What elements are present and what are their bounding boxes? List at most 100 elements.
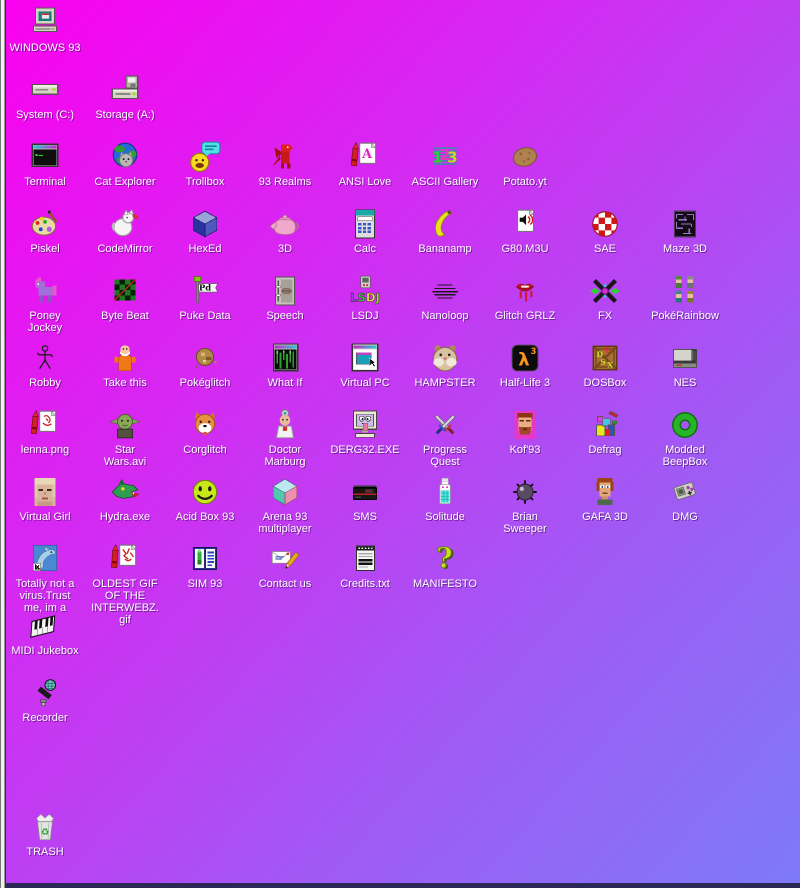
- question-mark-icon: ??: [428, 542, 462, 576]
- desktop-icon-windows-93[interactable]: WINDOWS 93: [5, 6, 85, 54]
- desktop-icon-what-if[interactable]: What If: [245, 341, 325, 389]
- desktop-icon-g80-m3u[interactable]: G80.M3U: [485, 207, 565, 255]
- desktop-icon-label: Kof'93: [510, 444, 541, 456]
- desktop-icon-ascii-gallery[interactable]: 123ASCII Gallery: [405, 140, 485, 188]
- desktop-icon-nanoloop[interactable]: Nanoloop: [405, 274, 485, 322]
- desktop-icon-solitude[interactable]: Solitude: [405, 475, 485, 523]
- desktop-icon-brian-sweeper[interactable]: Brian Sweeper: [485, 475, 565, 535]
- desktop-icon-recorder[interactable]: Recorder: [5, 676, 85, 724]
- desktop-icon-derg32-exe[interactable]: DERG32.EXE: [325, 408, 405, 456]
- desktop-icon-sae[interactable]: SAE: [565, 207, 645, 255]
- desktop-icon-sim-93[interactable]: SIM 93: [165, 542, 245, 590]
- desktop-icon-label: SMS: [353, 511, 377, 523]
- desktop-icon-acid-box-93[interactable]: Acid Box 93: [165, 475, 245, 523]
- desktop-icon-corglitch[interactable]: Corglitch: [165, 408, 245, 456]
- matrix-window-icon: [268, 341, 302, 375]
- svg-text:3: 3: [531, 347, 537, 357]
- desktop-icon-contact-us[interactable]: Contact us: [245, 542, 325, 590]
- desktop-icon-maze-3d[interactable]: Maze 3D: [645, 207, 725, 255]
- desktop-icon-label: Maze 3D: [663, 243, 707, 255]
- desktop-icon-fx[interactable]: FX: [565, 274, 645, 322]
- svg-text:X: X: [607, 361, 613, 370]
- desktop-icon-dosbox[interactable]: DBSXDOSBox: [565, 341, 645, 389]
- desktop-icon-potato-yt[interactable]: Potato.yt: [485, 140, 565, 188]
- glitch-blob-icon: [188, 341, 222, 375]
- desktop-icon-nes[interactable]: NES: [645, 341, 725, 389]
- desktop-icon-hampster[interactable]: HAMPSTER: [405, 341, 485, 389]
- desktop-icon-defrag[interactable]: Defrag: [565, 408, 645, 456]
- lambda-icon: λ3: [508, 341, 542, 375]
- desktop-icon-label: OLDEST GIF OF THE INTERWEBZ. gif: [91, 578, 159, 626]
- desktop-icon-terminal[interactable]: Terminal: [5, 140, 85, 188]
- desktop-icon-star-wars-avi[interactable]: Star Wars.avi: [85, 408, 165, 468]
- desktop-icon-trash[interactable]: ♻TRASH: [5, 810, 85, 858]
- desktop-icon-ansi-love[interactable]: AANSI Love: [325, 140, 405, 188]
- desktop-icon-puke-data[interactable]: PdPuke Data: [165, 274, 245, 322]
- potato-icon: [508, 140, 542, 174]
- desktop-icon-lsdj[interactable]: LSDJLSDJ: [325, 274, 405, 322]
- desktop-icon-system-c[interactable]: System (C:): [5, 73, 85, 121]
- desktop-icon-speech[interactable]: Speech: [245, 274, 325, 322]
- envelope-pencil-icon: [268, 542, 302, 576]
- desktop-icon-pokerainbow[interactable]: PokéRainbow: [645, 274, 725, 322]
- desktop-icon-oldest-gif[interactable]: OLDEST GIF OF THE INTERWEBZ. gif: [85, 542, 165, 626]
- desktop-icon-label: Star Wars.avi: [104, 444, 146, 468]
- desktop-icon-pokeglitch[interactable]: Pokéglitch: [165, 341, 245, 389]
- desktop-icon-virtual-girl[interactable]: Virtual Girl: [5, 475, 85, 523]
- desktop-icon-poney-jockey[interactable]: Poney Jockey: [5, 274, 85, 334]
- desktop-icon-trollbox[interactable]: Trollbox: [165, 140, 245, 188]
- smiley-chat-icon: [188, 140, 222, 174]
- desktop-icon-kof93[interactable]: Kof'93: [485, 408, 565, 456]
- svg-text:B: B: [605, 346, 611, 355]
- desktop-icon-half-life-3[interactable]: λ3Half-Life 3: [485, 341, 565, 389]
- green-dragon-icon: [108, 475, 142, 509]
- desktop-icon-manifesto[interactable]: ??MANIFESTO: [405, 542, 485, 590]
- desktop-icon-modded-beepbox[interactable]: Modded BeepBox: [645, 408, 725, 468]
- desktop-icon-virtual-pc[interactable]: Virtual PC: [325, 341, 405, 389]
- desktop-icon-cat-explorer[interactable]: Cat Explorer: [85, 140, 165, 188]
- desktop-icon-label: HexEd: [188, 243, 221, 255]
- desktop-icon-take-this[interactable]: Take this: [85, 341, 165, 389]
- desktop-icon-label: Credits.txt: [340, 578, 390, 590]
- desktop-icon-byte-beat[interactable]: Byte Beat: [85, 274, 165, 322]
- desktop-icon-hydra-exe[interactable]: Hydra.exe: [85, 475, 165, 523]
- desktop-icon-codemirror[interactable]: CodeMirror: [85, 207, 165, 255]
- desktop-icon-label: Piskel: [30, 243, 59, 255]
- desktop-icon-hexed[interactable]: HexEd: [165, 207, 245, 255]
- desktop-icon-calc[interactable]: Calc: [325, 207, 405, 255]
- crossed-swords-icon: [428, 408, 462, 442]
- pony-icon: [28, 274, 62, 308]
- desktop-icon-label: DOSBox: [584, 377, 627, 389]
- desktop-icon-93-realms[interactable]: 93 Realms: [245, 140, 325, 188]
- desktop-icon-sms[interactable]: SMS: [325, 475, 405, 523]
- svg-text:S: S: [600, 357, 605, 366]
- desktop-icon-storage-a[interactable]: Storage (A:): [85, 73, 165, 121]
- doctor-icon: [268, 408, 302, 442]
- desktop-icon-progress-quest[interactable]: Progress Quest: [405, 408, 485, 468]
- desktop-icon-not-a-virus[interactable]: Totally not a virus.Trust me, im a: [5, 542, 85, 614]
- desktop-icon-label: Defrag: [588, 444, 621, 456]
- desktop-icon-dmg[interactable]: DMG: [645, 475, 725, 523]
- desktop-icon-label: Virtual PC: [340, 377, 389, 389]
- desktop-icon-arena-93[interactable]: Arena 93 multiplayer: [245, 475, 325, 535]
- cat-mirror-icon: [108, 207, 142, 241]
- svg-text:λ: λ: [518, 349, 529, 370]
- desktop-icon-doctor-marburg[interactable]: Doctor Marburg: [245, 408, 325, 468]
- desktop-icon-lenna-png[interactable]: lenna.png: [5, 408, 85, 456]
- desktop-icon-3d[interactable]: 3D: [245, 207, 325, 255]
- desktop-icon-bananamp[interactable]: Bananamp: [405, 207, 485, 255]
- desktop-icon-label: Calc: [354, 243, 376, 255]
- desktop-icon-gafa-3d[interactable]: GAFA 3D: [565, 475, 645, 523]
- desktop-icon-credits-txt[interactable]: Credits.txt: [325, 542, 405, 590]
- desktop-icon-robby[interactable]: Robby: [5, 341, 85, 389]
- desktop-icon-label: CodeMirror: [97, 243, 152, 255]
- svg-text:?: ?: [436, 542, 452, 575]
- hard-drive-icon: [28, 73, 62, 107]
- corgi-icon: [188, 408, 222, 442]
- desktop-icon-piskel[interactable]: Piskel: [5, 207, 85, 255]
- desktop-icon-label: 3D: [278, 243, 292, 255]
- desktop-icon-label: Puke Data: [179, 310, 230, 322]
- old-man-icon: [108, 341, 142, 375]
- desktop-icon-glitch-grlz[interactable]: Glitch GRLZ: [485, 274, 565, 322]
- desktop-icon-midi-jukebox[interactable]: MIDI Jukebox: [5, 609, 85, 657]
